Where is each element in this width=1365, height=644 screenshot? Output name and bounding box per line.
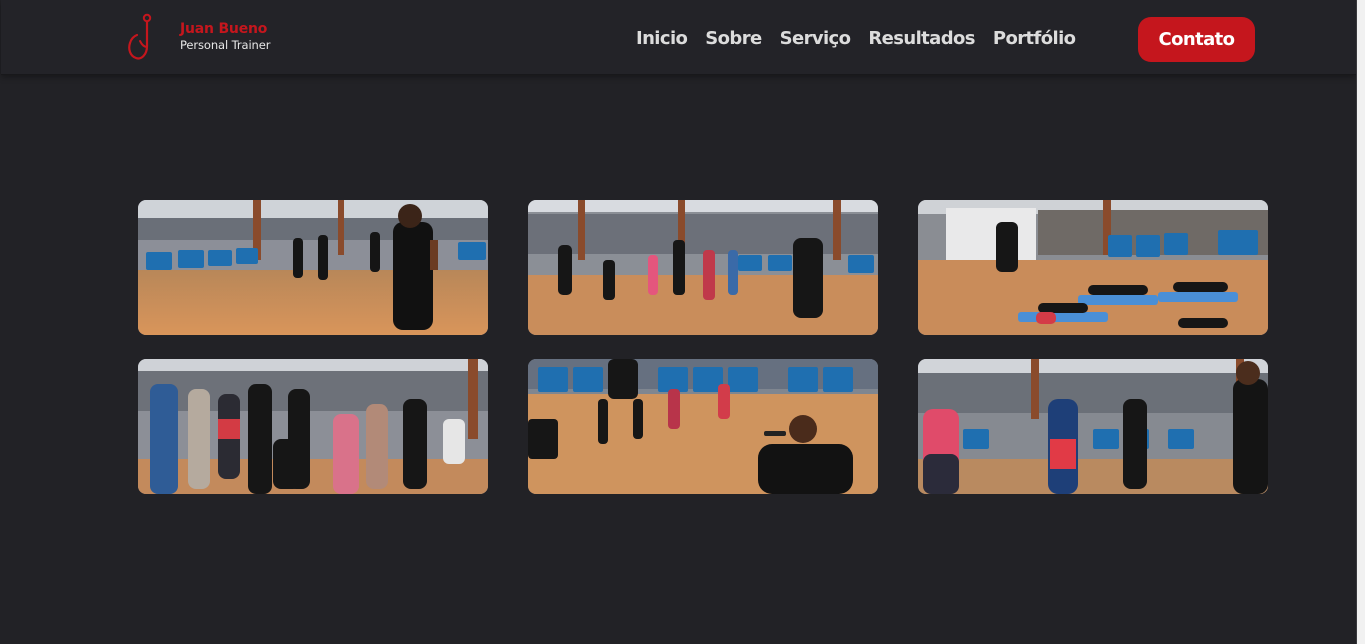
nav-link-inicio[interactable]: Inicio [636, 28, 688, 49]
gallery-photo-5[interactable] [528, 359, 878, 494]
scrollbar[interactable] [1356, 0, 1365, 644]
photo-group-dance-class-on-deck [528, 200, 878, 335]
nav-link-sobre[interactable]: Sobre [705, 28, 762, 49]
nav-link-resultados[interactable]: Resultados [868, 28, 975, 49]
nav-link-portfolio[interactable]: Portfólio [993, 28, 1076, 49]
brand[interactable]: Juan Bueno Personal Trainer [180, 22, 270, 52]
gallery-photo-2[interactable] [528, 200, 878, 335]
site-header: Juan Bueno Personal Trainer Inicio Sobre… [1, 0, 1356, 75]
page: Juan Bueno Personal Trainer Inicio Sobre… [0, 0, 1365, 644]
contact-button[interactable]: Contato [1138, 17, 1255, 62]
gallery-photo-6[interactable] [918, 359, 1268, 494]
logo-icon[interactable] [125, 13, 161, 63]
brand-name: Juan Bueno [180, 21, 268, 37]
photo-floor-exercise-on-mats [918, 200, 1268, 335]
gallery-photo-4[interactable] [138, 359, 488, 494]
photo-trainer-kneeling-with-mic [528, 359, 878, 494]
nav-link-servico[interactable]: Serviço [780, 28, 851, 49]
photo-trainer-with-mic-leading-group [138, 200, 488, 335]
photo-group-posing-celebration [138, 359, 488, 494]
gallery-photo-3[interactable] [918, 200, 1268, 335]
photo-class-dancing-with-instructor [918, 359, 1268, 494]
brand-subtitle: Personal Trainer [180, 38, 271, 52]
gallery-photo-1[interactable] [138, 200, 488, 335]
scrollbar-edge [1356, 0, 1357, 644]
main-nav: Inicio Sobre Serviço Resultados Portfóli… [636, 28, 1093, 49]
